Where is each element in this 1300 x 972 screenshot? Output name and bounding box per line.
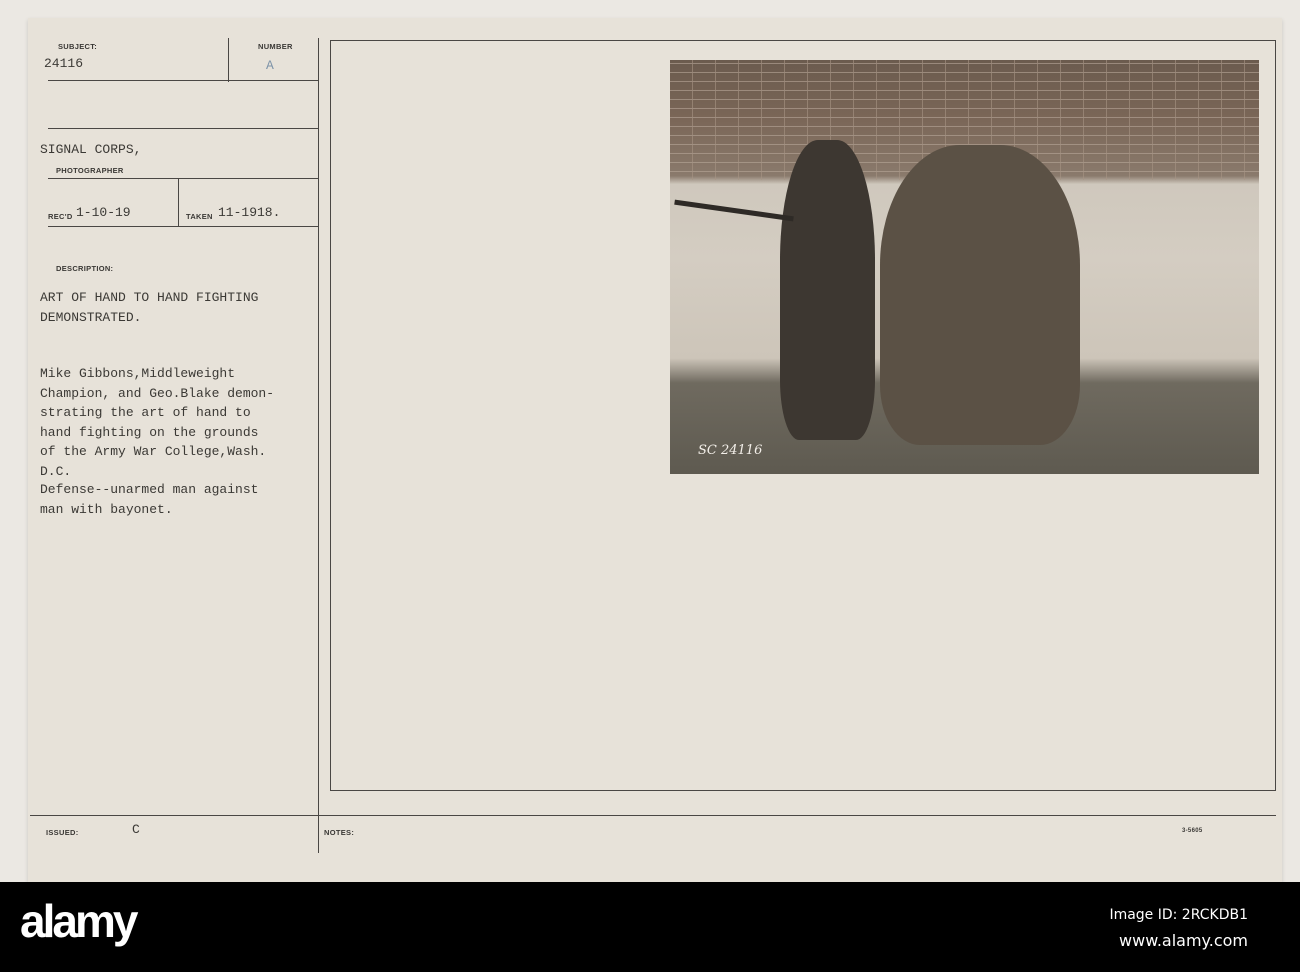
form-code: 3-5605 bbox=[1182, 828, 1203, 834]
taken-label: TAKEN bbox=[186, 212, 213, 221]
divider bbox=[318, 38, 319, 853]
divider bbox=[178, 178, 179, 226]
description-title: ART OF HAND TO HAND FIGHTING DEMONSTRATE… bbox=[40, 290, 259, 325]
divider bbox=[228, 38, 229, 82]
site-url[interactable]: www.alamy.com bbox=[1109, 928, 1248, 954]
notes-label: NOTES: bbox=[324, 828, 355, 837]
figure-blake bbox=[880, 145, 1080, 445]
issued-value: C bbox=[132, 822, 140, 837]
recd-value: 1-10-19 bbox=[76, 205, 131, 220]
taken-value: 11-1918. bbox=[218, 205, 281, 220]
issued-label: ISSUED: bbox=[46, 828, 79, 837]
divider bbox=[48, 80, 318, 81]
divider bbox=[48, 128, 318, 129]
watermark-footer: alamy Image ID: 2RCKDB1 www.alamy.com bbox=[0, 882, 1300, 972]
description-note: Defense--unarmed man against man with ba… bbox=[40, 482, 259, 517]
figure-gibbons bbox=[780, 140, 875, 440]
subject-label: SUBJECT: bbox=[58, 42, 98, 51]
photographer-value: SIGNAL CORPS, bbox=[40, 142, 142, 157]
description-body: Mike Gibbons,Middleweight Champion, and … bbox=[40, 366, 275, 479]
image-id: Image ID: 2RCKDB1 bbox=[1109, 907, 1248, 923]
recd-label: REC'D bbox=[48, 212, 73, 221]
number-value: A bbox=[266, 58, 274, 73]
alamy-logo: alamy bbox=[20, 895, 138, 947]
divider bbox=[318, 815, 319, 853]
divider bbox=[48, 226, 318, 227]
divider bbox=[48, 178, 318, 179]
divider bbox=[30, 815, 1276, 816]
photographer-label: PHOTOGRAPHER bbox=[56, 166, 124, 175]
rifle-bayonet bbox=[674, 199, 794, 222]
historic-photograph: SC 24116 bbox=[670, 60, 1259, 474]
subject-value: 24116 bbox=[44, 56, 84, 71]
photo-number: SC 24116 bbox=[698, 443, 763, 458]
description-label: DESCRIPTION: bbox=[56, 264, 114, 273]
number-label: NUMBER bbox=[258, 42, 293, 51]
